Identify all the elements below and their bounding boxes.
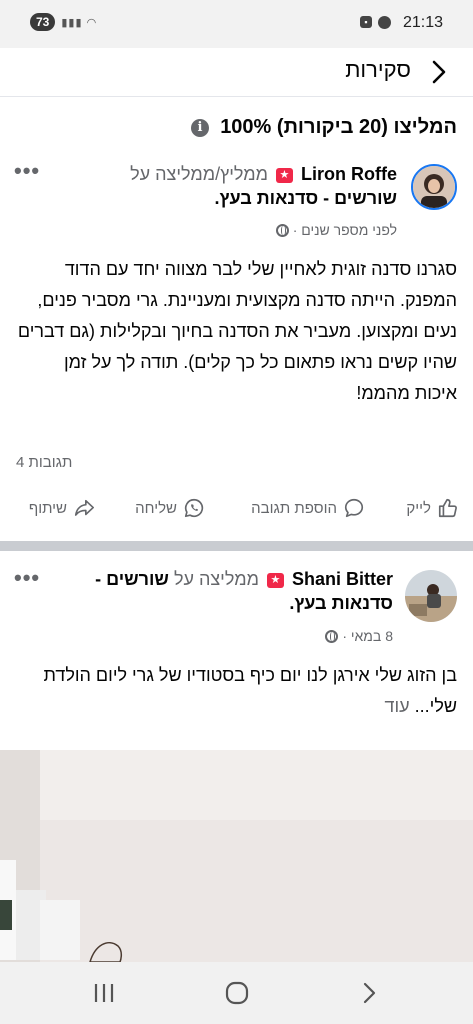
post-photo[interactable]	[0, 750, 473, 962]
comment-button[interactable]: הוספת תגובה	[251, 497, 365, 519]
home-icon[interactable]	[222, 978, 252, 1008]
app-notification-icon: ▪	[360, 16, 372, 28]
action-bar: לייק הוספת תגובה שליחה שיתוף	[0, 492, 473, 528]
clock: 21:13	[402, 14, 443, 31]
comments-count[interactable]: 4 תגובות	[16, 454, 72, 471]
recommend-percentage: 100% המליצו (20 ביקורות)	[220, 116, 457, 138]
back-nav-icon[interactable]	[354, 978, 384, 1008]
globe-icon	[275, 223, 289, 237]
page-header: סקירות	[0, 48, 473, 97]
facebook-notification-icon	[378, 16, 391, 29]
post-time[interactable]: לפני מספר שנים ·	[293, 222, 397, 238]
post-header: Liron Roffe ★ ממליץ/ממליצה על שורשים - ס…	[67, 162, 397, 210]
share-icon	[74, 499, 94, 516]
status-bar: 73 ▮▮▮ ◠ ▪ 21:13	[0, 0, 473, 48]
back-arrow-icon[interactable]	[425, 59, 451, 85]
info-icon[interactable]: i	[191, 119, 209, 137]
status-left: 73 ▮▮▮ ◠	[30, 13, 97, 31]
battery-indicator: 73	[30, 13, 56, 31]
post-separator	[0, 541, 473, 551]
recommend-star-icon: ★	[266, 572, 284, 588]
review-text: בן הזוג שלי אירגן לנו יום כיף בסטודיו של…	[17, 660, 457, 722]
avatar[interactable]	[405, 570, 457, 622]
recommends-label: ממליצה על	[173, 569, 259, 589]
signal-icon: ▮▮▮ ◠	[61, 16, 98, 29]
recommends-label: ממליץ/ממליצה על	[130, 164, 268, 184]
system-nav-bar	[0, 962, 473, 1024]
avatar[interactable]	[411, 164, 457, 210]
recent-apps-icon[interactable]	[89, 978, 119, 1008]
like-button[interactable]: לייק	[406, 497, 459, 519]
post-meta: לפני מספר שנים ·	[275, 222, 397, 238]
recommend-star-icon: ★	[275, 167, 293, 183]
review-summary: 100% המליצו (20 ביקורות) i	[16, 116, 457, 146]
author-name[interactable]: Liron Roffe	[301, 164, 397, 184]
notification-icons: ▪	[360, 16, 391, 29]
share-label: שיתוף	[28, 499, 67, 517]
share-button[interactable]: שיתוף	[29, 497, 95, 519]
author-name[interactable]: Shani Bitter	[292, 569, 393, 589]
like-icon	[438, 498, 457, 518]
see-more-link[interactable]: עוד	[384, 696, 409, 716]
send-button[interactable]: שליחה	[135, 497, 205, 519]
post-meta: 8 במאי ·	[325, 628, 393, 644]
more-options-icon[interactable]: •••	[14, 158, 40, 184]
send-label: שליחה	[135, 499, 177, 517]
like-label: לייק	[406, 499, 431, 517]
more-options-icon[interactable]: •••	[14, 565, 40, 591]
comment-label: הוספת תגובה	[251, 499, 337, 517]
review-text: סגרנו סדנה זוגית לאחיין שלי לבר מצווה יח…	[17, 259, 457, 403]
whatsapp-icon	[184, 498, 204, 518]
page-name[interactable]: שורשים - סדנאות בעץ	[220, 188, 397, 208]
post-time[interactable]: 8 במאי ·	[342, 628, 393, 644]
post-header: Shani Bitter ★ ממליצה על שורשים - סדנאות…	[53, 567, 393, 615]
page-title: סקירות	[345, 57, 411, 82]
globe-icon	[325, 629, 339, 643]
comment-icon	[344, 498, 364, 518]
